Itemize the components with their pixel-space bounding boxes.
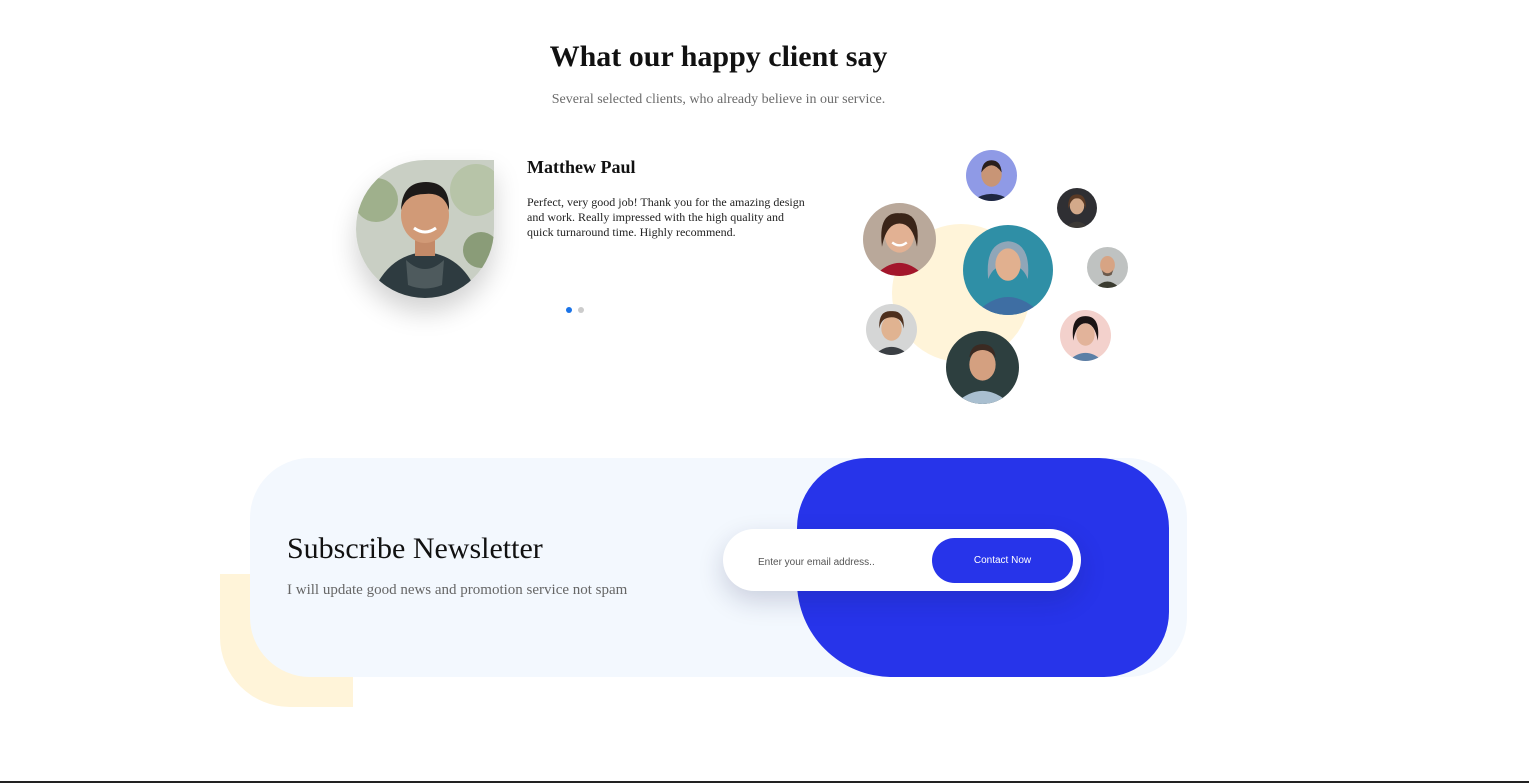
client-avatar-6 [866, 304, 917, 355]
testimonial-name: Matthew Paul [527, 157, 636, 177]
slider-dot-2[interactable] [578, 307, 584, 313]
section-title: What our happy client say [549, 40, 888, 73]
testimonial-quote: Perfect, very good job! Thank you for th… [527, 195, 805, 239]
client-avatar-3 [863, 203, 936, 276]
client-avatar-7 [946, 331, 1019, 404]
newsletter-subtitle: I will update good news and promotion se… [287, 582, 628, 598]
client-avatar-2 [1057, 188, 1097, 228]
newsletter-title: Subscribe Newsletter [287, 532, 543, 565]
contact-now-button[interactable]: Contact Now [932, 538, 1073, 583]
client-avatar-5 [1087, 247, 1128, 288]
client-avatar-8 [1060, 310, 1111, 361]
client-avatar-4 [963, 225, 1053, 315]
slider-dot-1[interactable] [566, 307, 572, 313]
testimonial-avatar [356, 160, 494, 298]
client-avatar-1 [966, 150, 1017, 201]
section-subtitle: Several selected clients, who already be… [551, 92, 886, 107]
email-input[interactable] [756, 550, 928, 574]
